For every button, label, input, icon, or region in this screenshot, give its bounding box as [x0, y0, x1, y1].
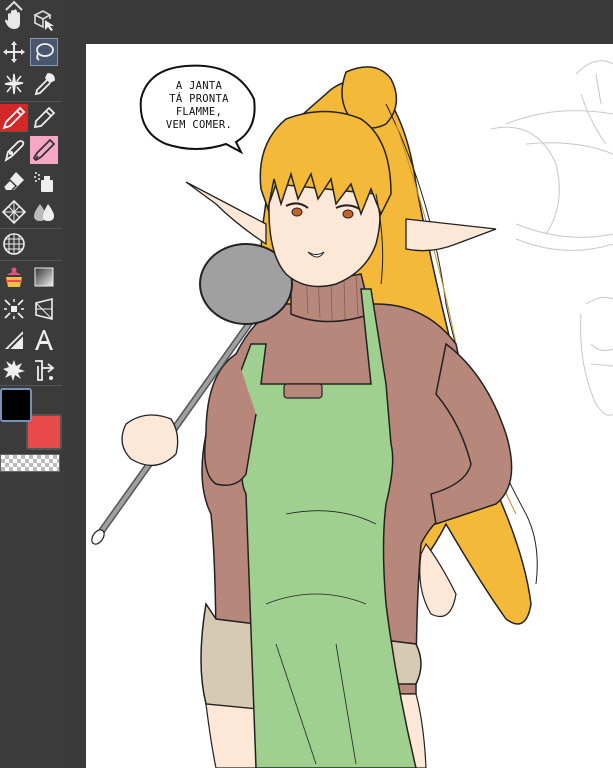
speech-line: VEM COMER. — [165, 119, 233, 131]
magic-wand-icon[interactable] — [0, 70, 28, 98]
background-sketch — [490, 60, 613, 416]
speech-line: TÁ PRONTA — [169, 93, 229, 105]
ruler-icon[interactable] — [30, 356, 58, 384]
gradient-icon[interactable] — [30, 263, 58, 291]
illustration — [91, 60, 613, 768]
tool-palette — [0, 0, 64, 768]
pattern-icon[interactable] — [0, 198, 28, 226]
foreground-color-swatch[interactable] — [0, 388, 32, 422]
speech-line: FLAMME, — [175, 106, 223, 118]
distort-icon[interactable] — [30, 295, 58, 323]
hand-icon[interactable] — [0, 6, 28, 34]
transparent-color-swatch[interactable] — [0, 454, 60, 472]
splash-icon[interactable] — [0, 356, 28, 384]
transform-icon[interactable] — [0, 295, 28, 323]
eraser-icon[interactable] — [0, 168, 28, 196]
marker-icon[interactable] — [30, 136, 58, 164]
left-ear — [185, 181, 267, 246]
text-icon[interactable] — [30, 326, 58, 354]
pen-icon[interactable] — [0, 104, 28, 132]
drawing-canvas[interactable] — [86, 44, 613, 768]
object-select-icon[interactable] — [30, 6, 58, 34]
airbrush-icon[interactable] — [30, 168, 58, 196]
eyedropper-icon[interactable] — [30, 70, 58, 98]
fill-icon[interactable] — [0, 263, 28, 291]
apron-pocket — [283, 383, 323, 399]
blend-icon[interactable] — [30, 198, 58, 226]
hand — [121, 414, 179, 466]
speech-line: A JANTA — [175, 80, 223, 92]
brush-icon[interactable] — [0, 136, 28, 164]
shape-icon[interactable] — [0, 326, 28, 354]
move-icon[interactable] — [0, 38, 28, 66]
pencil-icon[interactable] — [30, 104, 58, 132]
speech-bubble-text: A JANTA TÁ PRONTA FLAMME, VEM COMER. — [140, 80, 258, 132]
grid-icon[interactable] — [0, 230, 28, 258]
right-ear — [405, 218, 497, 252]
lasso-select-icon[interactable] — [30, 38, 58, 66]
